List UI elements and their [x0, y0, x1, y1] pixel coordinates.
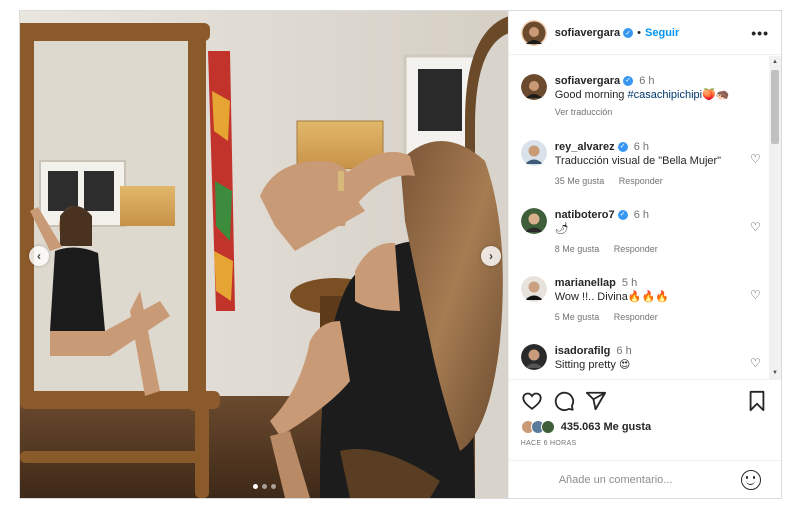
- post-actions: 435.063 Me gusta HACE 6 HORAS: [508, 379, 783, 499]
- comment-like-heart-icon[interactable]: ♡: [750, 220, 761, 234]
- comment-username[interactable]: marianellap: [555, 277, 616, 289]
- comment-like-heart-icon[interactable]: ♡: [750, 288, 761, 302]
- reply-button[interactable]: Responder: [619, 176, 663, 186]
- carousel-dot: [271, 484, 276, 489]
- comment-input[interactable]: [558, 474, 771, 486]
- action-icons-row: [521, 390, 771, 414]
- comment-text: Traducción visual de "Bella Mujer": [554, 155, 722, 167]
- save-bookmark-icon[interactable]: [747, 390, 767, 412]
- caption-username[interactable]: sofiavergara: [555, 75, 620, 87]
- caption-timestamp: 6 h: [639, 75, 655, 87]
- scrollbar-thumb[interactable]: [771, 70, 779, 144]
- comment-timestamp: 6 h: [633, 141, 650, 153]
- share-paper-plane-icon[interactable]: [585, 390, 607, 412]
- like-heart-icon[interactable]: [521, 390, 543, 412]
- post-timestamp: HACE 6 HORAS: [520, 440, 577, 447]
- add-comment-bar: [508, 460, 783, 499]
- verified-badge-icon: ✓: [623, 27, 634, 38]
- post-media[interactable]: ‹ ›: [20, 11, 508, 498]
- post-side-panel: sofiavergara ✓ • Seguir ••• sofiavergara…: [507, 11, 783, 499]
- comment-bubble-icon[interactable]: [553, 390, 575, 412]
- separator-dot: •: [637, 26, 642, 39]
- scroll-up-arrow-icon[interactable]: ▲: [769, 56, 781, 68]
- comment-username[interactable]: isadorafilg: [555, 345, 611, 357]
- comment-text: 🌶: [554, 223, 569, 235]
- author-username[interactable]: sofiavergara: [555, 27, 620, 39]
- carousel-prev-button[interactable]: ‹: [29, 246, 49, 266]
- carousel-indicator: [253, 484, 276, 489]
- avatar[interactable]: [520, 276, 547, 302]
- more-options-icon[interactable]: •••: [751, 25, 769, 41]
- post-dialog: ‹ › sofiavergara ✓ • Seguir ••• sofiaver…: [19, 10, 783, 499]
- comment-like-heart-icon[interactable]: ♡: [750, 356, 761, 370]
- emoji-smiley-icon[interactable]: [740, 470, 761, 490]
- comments-list[interactable]: sofiavergara ✓ 6 h Good morning #casachip…: [509, 56, 771, 379]
- carousel-dot: [253, 484, 258, 489]
- likes-count[interactable]: 435.063: [561, 421, 601, 433]
- comment-like-heart-icon[interactable]: ♡: [750, 152, 761, 166]
- caption-emojis: 🍑🦔: [702, 89, 730, 101]
- verified-badge-icon: ✓: [617, 210, 628, 221]
- caption-text: Good morning #casachipichipi🍑🦔: [555, 88, 755, 103]
- comment-username[interactable]: natibotero7: [555, 209, 615, 221]
- comment-username[interactable]: rey_alvarez: [555, 141, 615, 153]
- comment-timestamp: 6 h: [616, 345, 632, 357]
- verified-badge-icon: ✓: [617, 142, 628, 153]
- comment-likes[interactable]: 35 Me gusta: [555, 176, 605, 186]
- carousel-dot: [262, 484, 267, 489]
- verified-badge-icon: ✓: [623, 76, 634, 87]
- comment-likes[interactable]: 8 Me gusta: [555, 244, 600, 254]
- comment-timestamp: 6 h: [633, 209, 649, 221]
- comment-timestamp: 5 h: [621, 277, 638, 289]
- reply-button[interactable]: Responder: [614, 312, 658, 322]
- translate-link[interactable]: Ver traducción: [555, 107, 613, 117]
- avatar[interactable]: [520, 208, 547, 234]
- likes-label[interactable]: Me gusta: [603, 421, 651, 433]
- comments-scrollbar[interactable]: ▲ ▼: [769, 56, 781, 379]
- scroll-down-arrow-icon[interactable]: ▼: [769, 367, 781, 379]
- avatar[interactable]: [520, 74, 547, 100]
- comment-likes[interactable]: 5 Me gusta: [555, 312, 600, 322]
- follow-button[interactable]: Seguir: [645, 27, 679, 39]
- comment-text: Sitting pretty 😍: [554, 359, 631, 371]
- hashtag-link[interactable]: #casachipichipi: [627, 89, 702, 101]
- avatar: [540, 420, 555, 434]
- post-photo: [20, 11, 508, 498]
- carousel-next-button[interactable]: ›: [481, 246, 501, 266]
- post-header: sofiavergara ✓ • Seguir •••: [508, 11, 781, 55]
- comment-text: Wow !!.. Divina🔥🔥🔥: [554, 291, 669, 303]
- caption-body: Good morning: [554, 89, 628, 101]
- avatar[interactable]: [520, 344, 547, 370]
- avatar[interactable]: [520, 140, 547, 166]
- reply-button[interactable]: Responder: [614, 244, 658, 254]
- likes-summary[interactable]: 435.063 Me gusta: [520, 420, 651, 434]
- avatar[interactable]: [520, 19, 547, 46]
